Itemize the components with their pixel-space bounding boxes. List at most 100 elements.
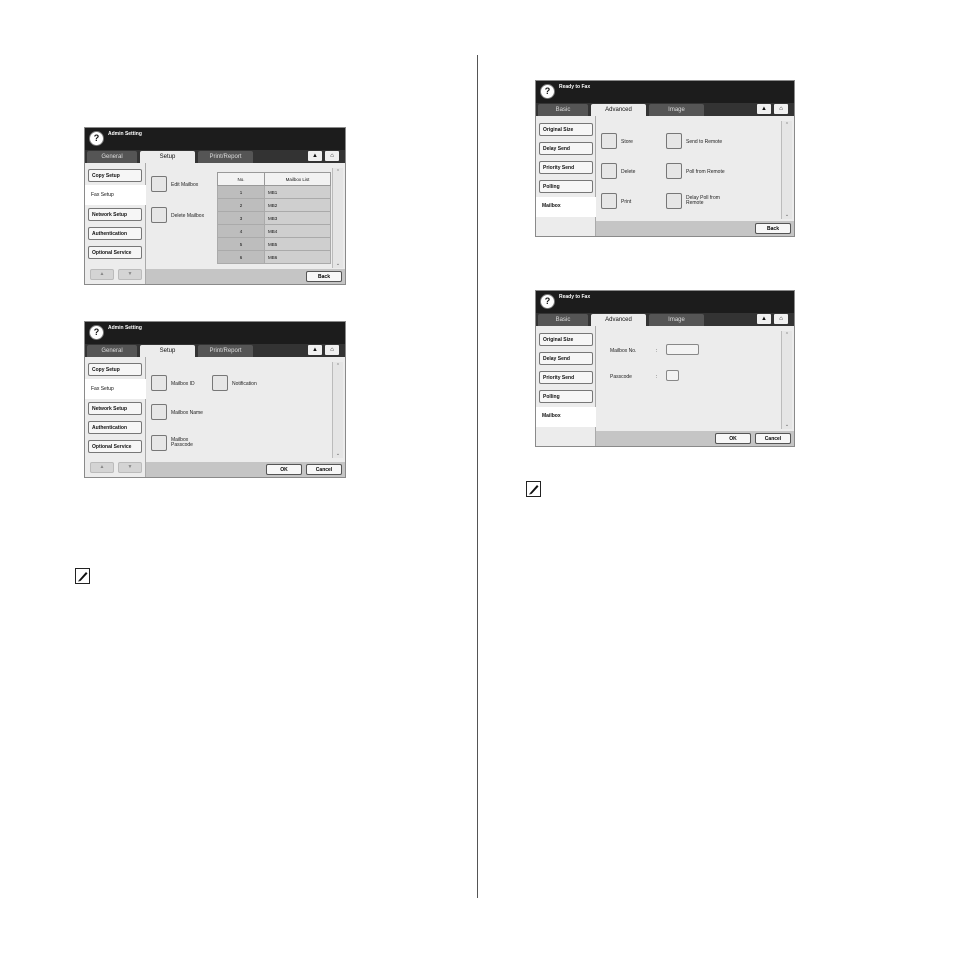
scroll-down-icon[interactable]: ⌄ [333, 450, 343, 458]
sidebar-item-fax-setup[interactable]: Fax Setup [91, 383, 114, 396]
fax-mailbox-passcode-screen: ? Ready to Fax Basic Advanced Image ▲ ⌂ … [535, 290, 795, 447]
mailbox-id-button[interactable] [151, 375, 167, 391]
mailbox-table: No. Mailbox List 1 MB1 2 MB2 3 MB3 4 MB4 5 MB… [217, 172, 331, 264]
scroll-up-icon[interactable]: ⌃ [333, 362, 343, 370]
store-button[interactable] [601, 133, 617, 149]
sidebar-item-optional-service[interactable]: Optional Service [88, 246, 142, 259]
tab-basic[interactable]: Basic [538, 314, 588, 326]
home-icon[interactable]: ⌂ [774, 104, 788, 114]
send-to-remote-button[interactable] [666, 133, 682, 149]
scroll-down-button[interactable]: ▼ [118, 462, 142, 473]
sidebar-item-priority-send[interactable]: Priority Send [539, 371, 593, 384]
mailbox-name-button[interactable] [151, 404, 167, 420]
tab-advanced[interactable]: Advanced [591, 314, 646, 326]
tab-basic[interactable]: Basic [538, 104, 588, 116]
sidebar-item-copy-setup[interactable]: Copy Setup [88, 363, 142, 376]
note-icon [526, 481, 541, 497]
sidebar-item-network-setup[interactable]: Network Setup [88, 402, 142, 415]
sidebar-item-delay-send[interactable]: Delay Send [539, 352, 593, 365]
table-row[interactable]: 5 MB5 [217, 237, 331, 251]
table-row[interactable]: 1 MB1 [217, 185, 331, 199]
table-row[interactable]: 3 MB3 [217, 211, 331, 225]
ok-button[interactable]: OK [266, 464, 302, 475]
poll-from-remote-button[interactable] [666, 163, 682, 179]
notification-button[interactable] [212, 375, 228, 391]
back-button[interactable]: Back [306, 271, 342, 282]
passcode-field[interactable] [666, 370, 679, 381]
passcode-separator: : [656, 374, 658, 380]
sidebar-item-polling[interactable]: Polling [539, 180, 593, 193]
sidebar-item-authentication[interactable]: Authentication [88, 227, 142, 240]
tab-setup[interactable]: Setup [140, 151, 195, 163]
ok-button[interactable]: OK [715, 433, 751, 444]
mailbox-no-field[interactable] [666, 344, 699, 355]
job-status-icon[interactable]: ▲ [308, 151, 322, 161]
sidebar-item-copy-setup[interactable]: Copy Setup [88, 169, 142, 182]
job-status-icon[interactable]: ▲ [757, 104, 771, 114]
table-row[interactable]: 2 MB2 [217, 198, 331, 212]
tab-advanced[interactable]: Advanced [591, 104, 646, 116]
scroll-up-icon[interactable]: ⌃ [782, 121, 792, 129]
help-icon[interactable]: ? [89, 325, 104, 340]
admin-setting-mailbox-list-screen: ? Admin Setting General Setup Print/Repo… [84, 127, 346, 285]
scroll-down-icon[interactable]: ⌄ [782, 211, 792, 219]
home-icon[interactable]: ⌂ [325, 151, 339, 161]
row-number: 4 [217, 224, 265, 238]
sidebar-item-network-setup[interactable]: Network Setup [88, 208, 142, 221]
sidebar-item-authentication[interactable]: Authentication [88, 421, 142, 434]
help-icon[interactable]: ? [89, 131, 104, 146]
tab-general[interactable]: General [87, 345, 137, 357]
sidebar: Copy Setup Fax Setup Network Setup Authe… [85, 357, 146, 477]
scrollbar[interactable]: ⌃ ⌄ [332, 168, 343, 268]
delete-button[interactable] [601, 163, 617, 179]
note-icon [75, 568, 90, 584]
tab-print-report[interactable]: Print/Report [198, 345, 253, 357]
scroll-down-button[interactable]: ▼ [118, 269, 142, 280]
print-button[interactable] [601, 193, 617, 209]
sidebar-item-fax-setup[interactable]: Fax Setup [91, 189, 114, 202]
mailbox-name: MB5 [264, 237, 331, 251]
tab-image[interactable]: Image [649, 314, 704, 326]
content-area: Store Send to Remote Delete Poll from Re… [596, 116, 794, 236]
home-icon[interactable]: ⌂ [774, 314, 788, 324]
back-button[interactable]: Back [755, 223, 791, 234]
sidebar-item-delay-send[interactable]: Delay Send [539, 142, 593, 155]
scroll-up-button[interactable]: ▲ [90, 462, 114, 473]
sidebar-item-mailbox[interactable]: Mailbox [542, 410, 561, 423]
sidebar-item-polling[interactable]: Polling [539, 390, 593, 403]
edit-mailbox-button[interactable] [151, 176, 167, 192]
scroll-up-icon[interactable]: ⌃ [333, 168, 343, 176]
tab-image[interactable]: Image [649, 104, 704, 116]
bottom-bar: OK Cancel [146, 462, 345, 477]
help-icon[interactable]: ? [540, 294, 555, 309]
job-status-icon[interactable]: ▲ [308, 345, 322, 355]
cancel-button[interactable]: Cancel [306, 464, 342, 475]
table-row[interactable]: 4 MB4 [217, 224, 331, 238]
scroll-up-button[interactable]: ▲ [90, 269, 114, 280]
scroll-down-icon[interactable]: ⌄ [782, 421, 792, 429]
job-status-icon[interactable]: ▲ [757, 314, 771, 324]
sidebar-item-original-size[interactable]: Original Size [539, 123, 593, 136]
scrollbar[interactable]: ⌃ ⌄ [332, 362, 343, 458]
row-number: 5 [217, 237, 265, 251]
tab-setup[interactable]: Setup [140, 345, 195, 357]
table-row[interactable]: 6 MB6 [217, 250, 331, 264]
mailbox-name: MB4 [264, 224, 331, 238]
mailbox-passcode-button[interactable] [151, 435, 167, 451]
sidebar-item-optional-service[interactable]: Optional Service [88, 440, 142, 453]
sidebar-item-priority-send[interactable]: Priority Send [539, 161, 593, 174]
home-icon[interactable]: ⌂ [325, 345, 339, 355]
tab-general[interactable]: General [87, 151, 137, 163]
help-icon[interactable]: ? [540, 84, 555, 99]
sidebar-item-mailbox[interactable]: Mailbox [542, 200, 561, 213]
scroll-up-icon[interactable]: ⌃ [782, 331, 792, 339]
tab-print-report[interactable]: Print/Report [198, 151, 253, 163]
sidebar: Copy Setup Fax Setup Network Setup Authe… [85, 163, 146, 284]
scroll-down-icon[interactable]: ⌄ [333, 260, 343, 268]
scrollbar[interactable]: ⌃ ⌄ [781, 121, 792, 219]
delay-poll-from-remote-button[interactable] [666, 193, 682, 209]
sidebar-item-original-size[interactable]: Original Size [539, 333, 593, 346]
delete-mailbox-button[interactable] [151, 207, 167, 223]
cancel-button[interactable]: Cancel [755, 433, 791, 444]
scrollbar[interactable]: ⌃ ⌄ [781, 331, 792, 429]
